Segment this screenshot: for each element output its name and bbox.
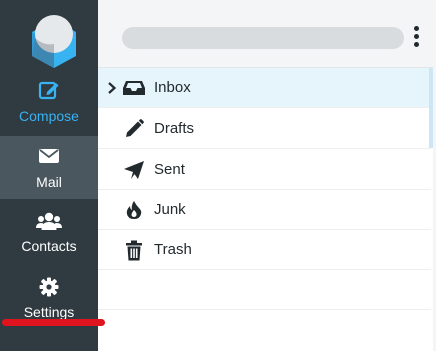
envelope-icon — [39, 149, 59, 163]
gear-icon — [39, 277, 59, 297]
folder-item-junk[interactable]: Junk — [98, 190, 431, 230]
folder-item-trash[interactable]: Trash — [98, 230, 431, 270]
empty-row — [98, 270, 431, 310]
more-options-icon[interactable] — [411, 24, 421, 50]
sidebar-item-label: Contacts — [21, 238, 77, 254]
folder-item-inbox[interactable]: Inbox — [98, 68, 431, 108]
paper-plane-icon — [124, 161, 144, 179]
app-sidebar: Compose Mail Contacts Settings — [0, 0, 98, 351]
fire-icon — [126, 201, 142, 219]
folder-name: Drafts — [154, 120, 195, 137]
app-logo[interactable] — [24, 10, 84, 70]
inbox-icon — [123, 81, 145, 95]
sidebar-item-label: Compose — [19, 108, 79, 124]
chevron-right-icon[interactable] — [106, 80, 118, 96]
annotation-underline — [2, 319, 105, 326]
folder-list: Inbox Drafts Sent Junk Trash — [98, 68, 436, 351]
sidebar-item-label: Mail — [36, 174, 62, 190]
pencil-icon — [126, 119, 144, 137]
folder-name: Trash — [154, 241, 192, 258]
folder-item-drafts[interactable]: Drafts — [98, 109, 431, 149]
sidebar-item-mail[interactable]: Mail — [0, 136, 98, 199]
folder-item-sent[interactable]: Sent — [98, 150, 431, 190]
compose-icon — [38, 81, 59, 100]
contacts-icon — [36, 212, 62, 230]
folder-name: Sent — [154, 161, 185, 178]
sidebar-item-contacts[interactable]: Contacts — [0, 201, 98, 265]
folder-name: Junk — [154, 201, 186, 218]
sidebar-item-label: Settings — [23, 304, 75, 320]
folder-name: Inbox — [154, 79, 191, 96]
search-input[interactable] — [122, 27, 404, 49]
folder-list-header — [98, 0, 436, 68]
trash-icon — [126, 240, 142, 260]
sidebar-item-compose[interactable]: Compose — [0, 73, 98, 137]
